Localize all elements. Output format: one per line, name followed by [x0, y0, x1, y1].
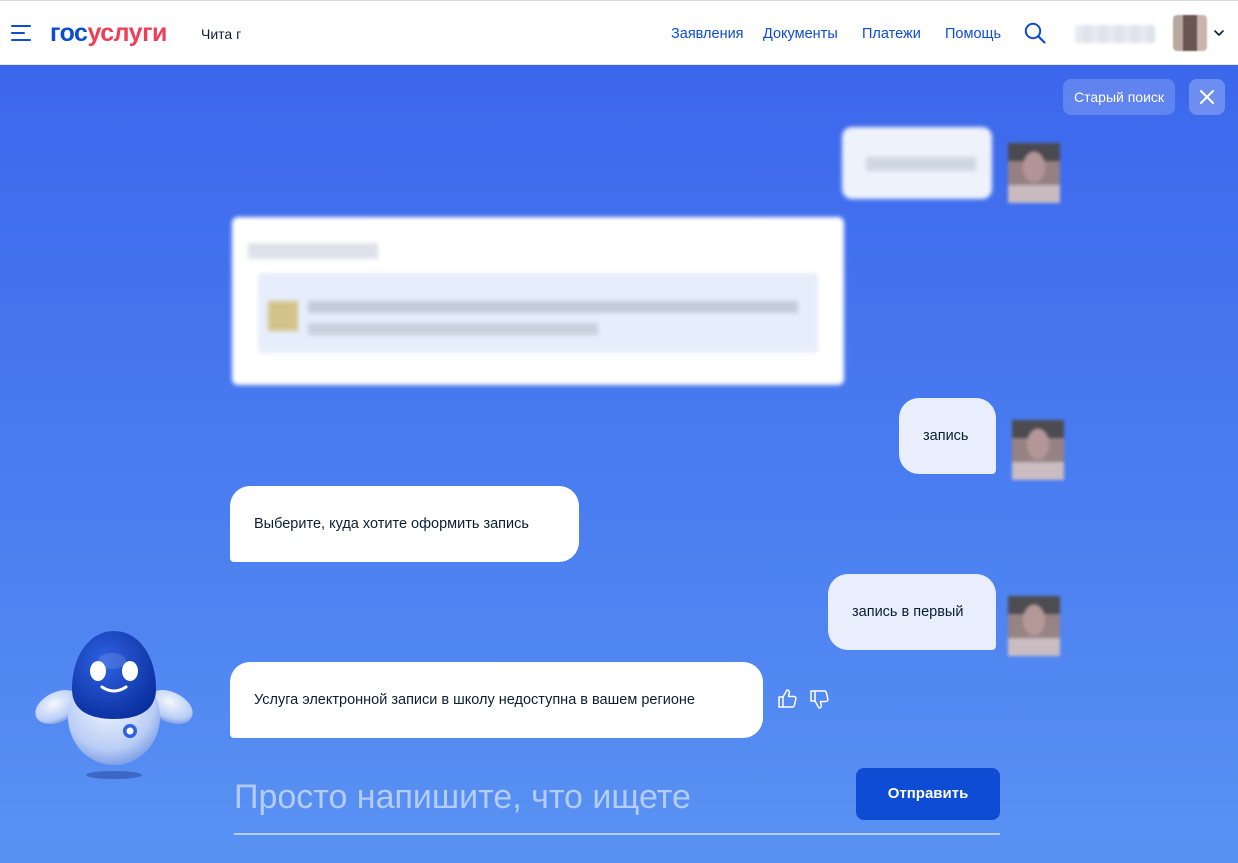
- user-message: запись: [899, 398, 996, 474]
- thumbs-up-icon[interactable]: [776, 687, 798, 709]
- bot-message: Услуга электронной записи в школу недост…: [230, 662, 763, 738]
- redacted-info-box: [258, 273, 818, 353]
- search-icon[interactable]: [1024, 22, 1046, 44]
- user-name[interactable]: [1075, 25, 1155, 43]
- user-message-avatar: [1012, 420, 1064, 480]
- user-message-avatar: [1008, 596, 1060, 656]
- robot-assistant-icon: [35, 631, 193, 779]
- old-search-button[interactable]: Старый поиск: [1063, 79, 1176, 115]
- chat-area: Старый поиск запись Выберите, куда хотит…: [0, 65, 1238, 863]
- message-text: Выберите, куда хотите оформить запись: [254, 516, 529, 532]
- nav-applications[interactable]: Заявления: [671, 25, 744, 43]
- close-button[interactable]: [1189, 79, 1225, 115]
- nav-help[interactable]: Помощь: [945, 25, 1001, 43]
- bot-message: Выберите, куда хотите оформить запись: [230, 486, 579, 562]
- user-message-avatar: [1008, 143, 1060, 203]
- logo-text-uslugi: услуги: [87, 19, 167, 47]
- message-text: запись: [923, 428, 969, 444]
- redacted-text: [308, 323, 598, 335]
- city-selector[interactable]: Чита г: [201, 25, 241, 43]
- redacted-text: [308, 301, 798, 313]
- user-message: запись в первый: [828, 574, 996, 650]
- redacted-text: [866, 157, 976, 171]
- message-text: запись в первый: [852, 604, 964, 620]
- thumbs-down-icon[interactable]: [808, 689, 830, 711]
- logo-text-gos: гос: [50, 19, 88, 47]
- top-header: госуслуги Чита г Заявления Документы Пла…: [0, 0, 1238, 65]
- gosuslugi-logo[interactable]: госуслуги: [50, 18, 167, 48]
- send-button[interactable]: Отправить: [856, 768, 1000, 820]
- input-underline: [234, 833, 1000, 835]
- close-icon: [1200, 90, 1214, 104]
- message-text: Услуга электронной записи в школу недост…: [254, 692, 695, 708]
- chevron-down-icon[interactable]: [1213, 27, 1225, 39]
- nav-documents[interactable]: Документы: [763, 25, 838, 43]
- redacted-text: [248, 243, 378, 259]
- menu-icon[interactable]: [11, 25, 31, 41]
- search-input[interactable]: [234, 771, 834, 823]
- redacted-icon: [268, 301, 298, 331]
- user-avatar[interactable]: [1173, 15, 1207, 51]
- nav-payments[interactable]: Платежи: [862, 25, 921, 43]
